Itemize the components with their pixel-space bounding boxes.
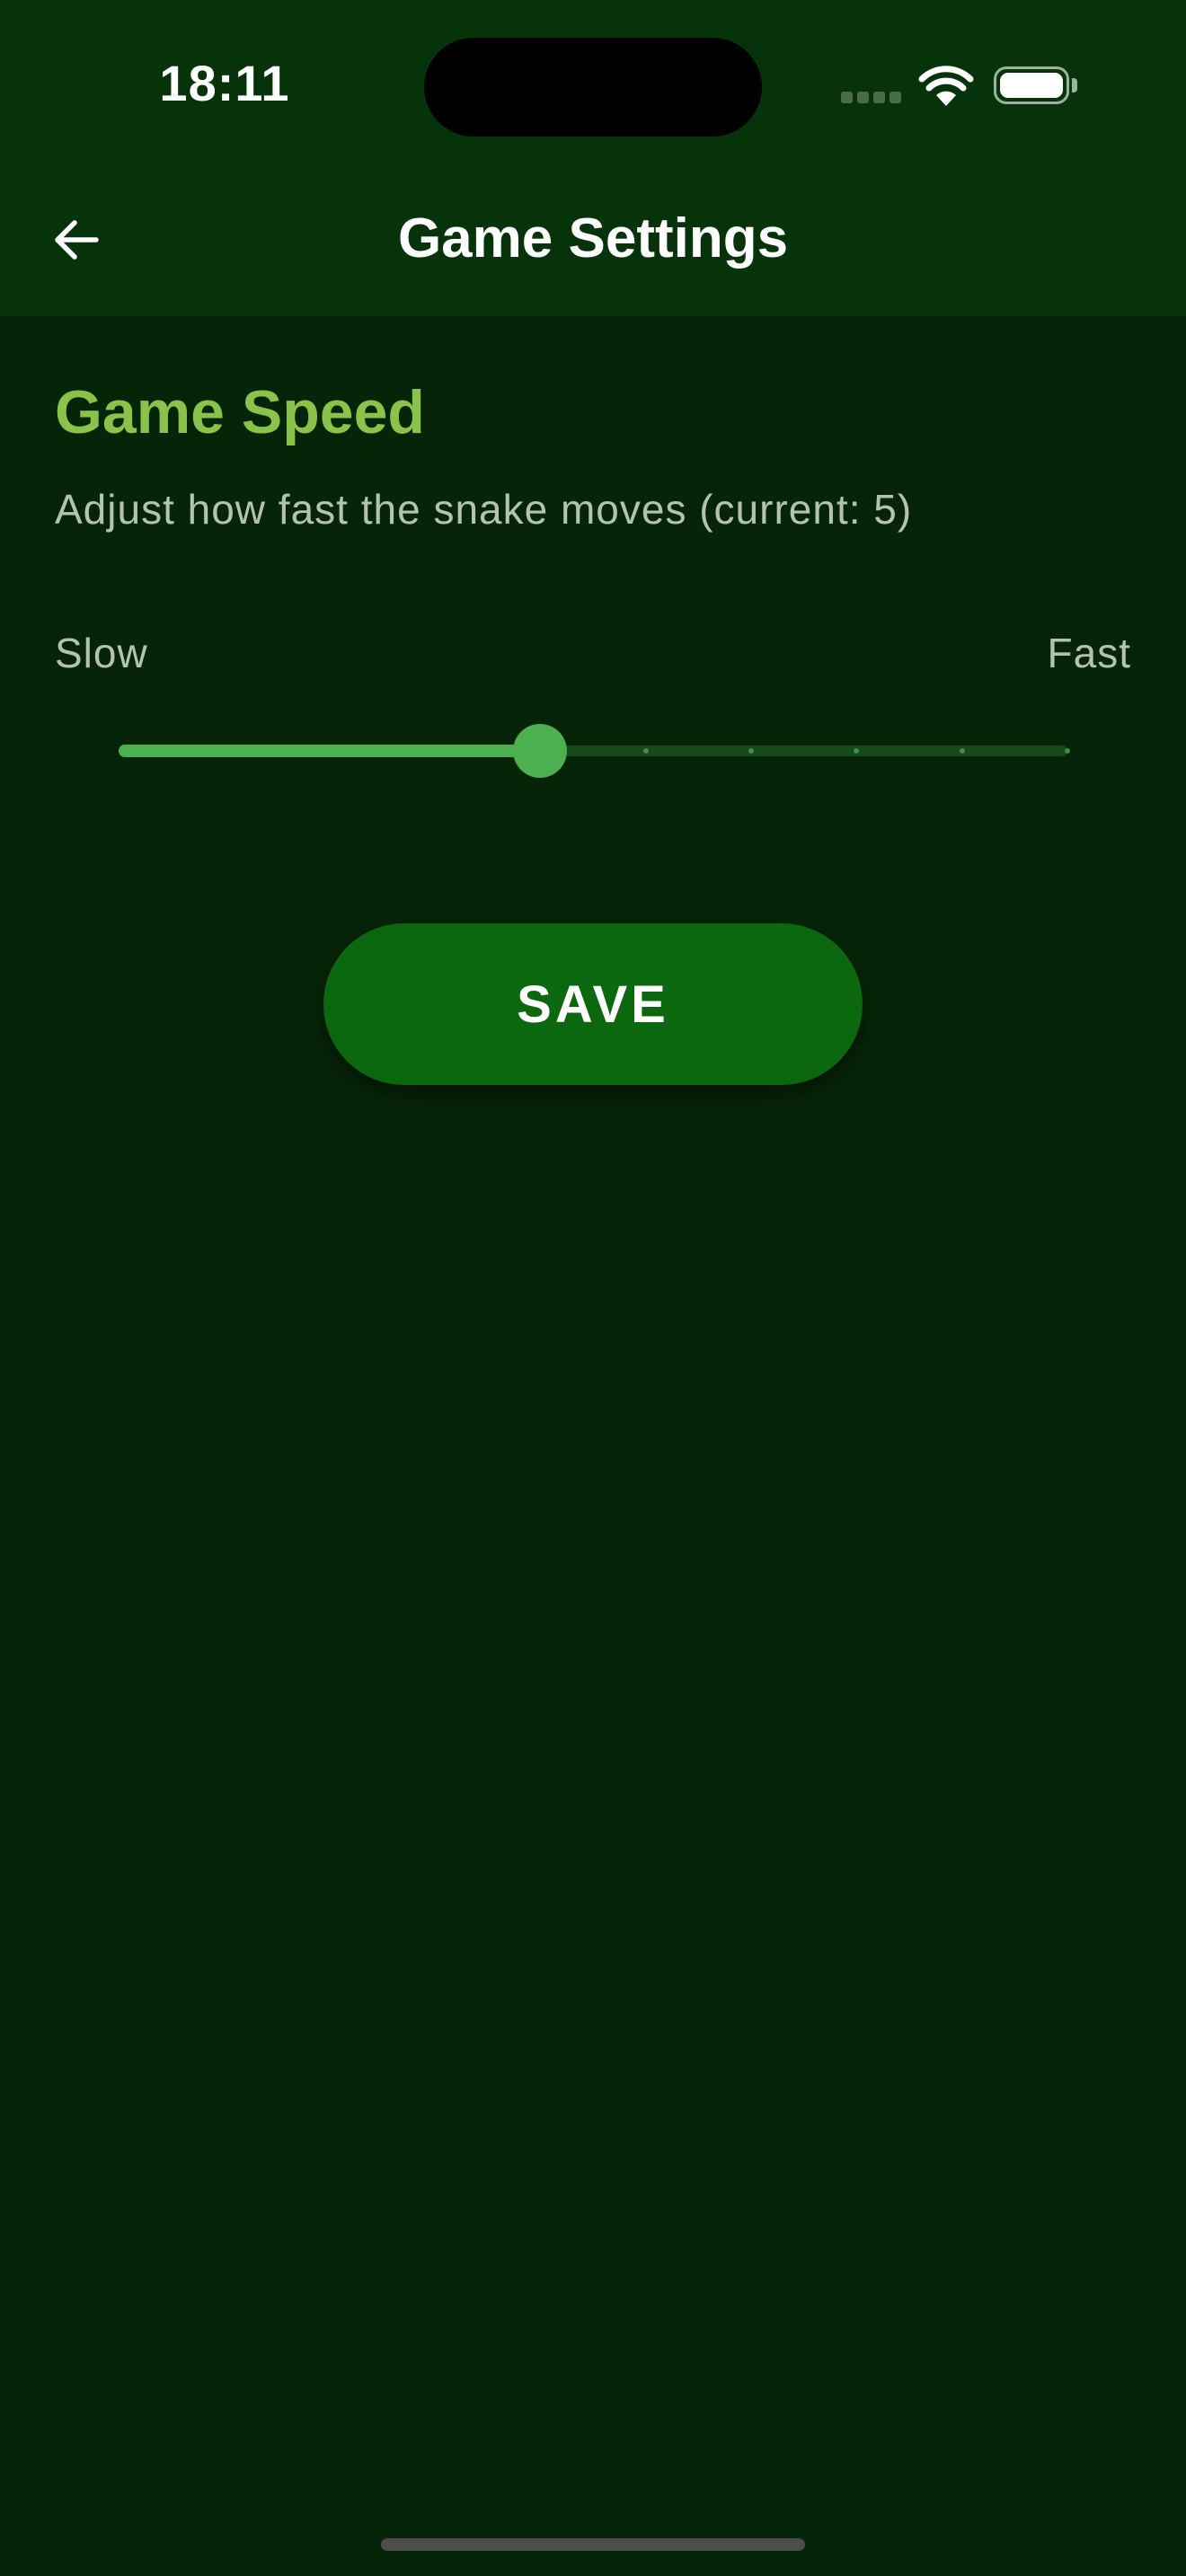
slider-tick [642, 748, 649, 754]
back-button[interactable] [36, 199, 117, 280]
page-title: Game Settings [397, 207, 789, 269]
battery-icon [994, 66, 1069, 104]
status-time: 18:11 [159, 55, 290, 111]
section-title: Game Speed [55, 378, 425, 446]
arrow-left-icon [55, 220, 99, 260]
slider-tick [959, 748, 965, 754]
slider-active-track [119, 745, 541, 757]
slider-tick [1065, 748, 1070, 754]
section-description: Adjust how fast the snake moves (current… [55, 486, 913, 533]
dynamic-island [424, 38, 762, 137]
wifi-icon [918, 66, 974, 106]
slider-max-label: Fast [1047, 630, 1131, 676]
slider-tick [748, 748, 754, 754]
battery-level [1000, 73, 1063, 98]
slider-min-label: Slow [55, 630, 148, 676]
speed-slider[interactable] [119, 719, 1070, 783]
cellular-signal-icon [841, 92, 902, 104]
slider-thumb[interactable] [513, 724, 568, 778]
home-indicator [381, 2538, 805, 2551]
save-button[interactable]: SAVE [323, 923, 863, 1085]
battery-tip [1072, 78, 1077, 93]
